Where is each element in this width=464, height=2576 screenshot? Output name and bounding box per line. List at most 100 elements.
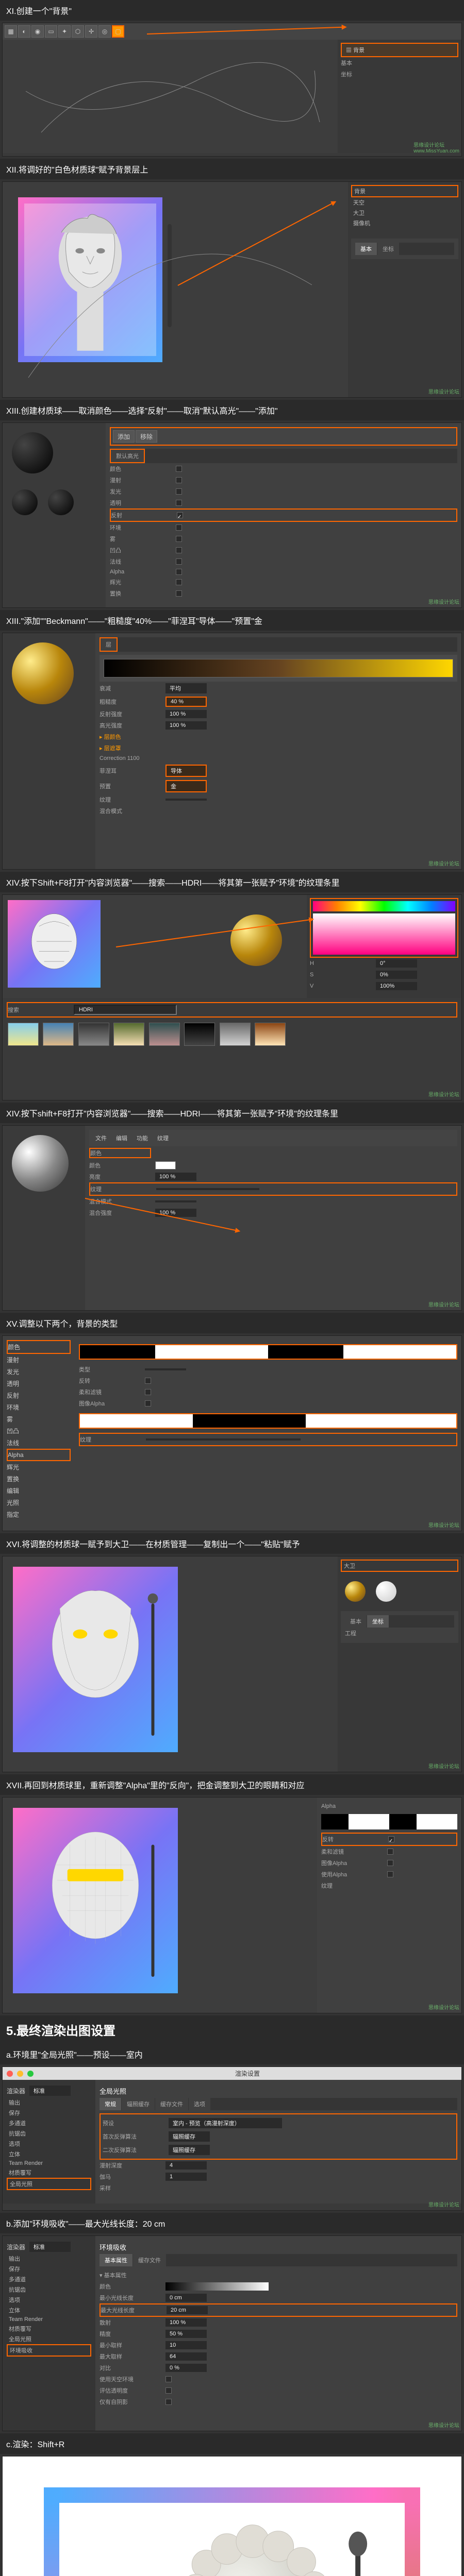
mat-thumb-1[interactable] — [12, 489, 38, 515]
hdri-thumb-7[interactable] — [220, 1023, 251, 1046]
sat-val-picker[interactable] — [313, 913, 455, 955]
soft-checkbox[interactable] — [145, 1389, 151, 1395]
minray-input[interactable]: 0 cm — [165, 2294, 207, 2302]
tool-8[interactable]: ◎ — [98, 25, 111, 38]
tool-5[interactable]: ✦ — [58, 25, 71, 38]
hue-slider[interactable] — [313, 901, 455, 911]
fresnel-dropdown[interactable]: 导体 — [165, 765, 207, 777]
spec-strength-input[interactable]: 100 % — [165, 721, 207, 730]
ao-tree-item[interactable]: 环境吸收 — [7, 2344, 91, 2357]
tab-layer1[interactable]: 层 — [100, 637, 118, 652]
tool-4[interactable]: ▭ — [45, 25, 57, 38]
diffuse-depth-input[interactable]: 4 — [165, 2161, 207, 2170]
gold-eye-left — [73, 1630, 88, 1639]
minsample-input[interactable]: 10 — [165, 2341, 207, 2349]
brightness-input[interactable]: 100 % — [155, 1173, 196, 1181]
gi-primary-dropdown[interactable]: 辐照缓存 — [169, 2131, 210, 2142]
alpha-texture-slot[interactable] — [146, 1438, 301, 1440]
accuracy-input[interactable]: 50 % — [165, 2330, 207, 2338]
tree-background[interactable]: 背景 — [351, 185, 458, 197]
background-tool[interactable]: ▢ — [112, 25, 124, 38]
remove-button[interactable]: 移除 — [136, 430, 157, 443]
tool-2[interactable]: ◐ — [18, 25, 30, 38]
fog-checkbox[interactable] — [176, 536, 182, 542]
gi-secondary-dropdown[interactable]: 辐照缓存 — [169, 2145, 210, 2155]
hdri-thumb-6[interactable] — [184, 1023, 215, 1046]
close-traffic-light[interactable] — [7, 2071, 13, 2077]
attenuation-dropdown[interactable]: 平均 — [165, 683, 207, 693]
mixmode-dropdown[interactable] — [155, 1200, 196, 1202]
sky-env-checkbox[interactable] — [165, 2376, 172, 2382]
add-button[interactable]: 添加 — [113, 430, 135, 443]
step-xi-panel: ▦ ◐ ◉ ▭ ✦ ⬡ ✢ ◎ ▢ ▦ 背景 基本 坐标 思缘设计论坛www.M… — [2, 23, 462, 157]
eval-trans-checkbox[interactable] — [165, 2387, 172, 2394]
alpha-gradient-1[interactable] — [79, 1344, 457, 1360]
min-traffic-light[interactable] — [17, 2071, 23, 2077]
maxray-input[interactable]: 20 cm — [167, 2306, 208, 2314]
material-preview-black[interactable] — [12, 432, 53, 473]
main-viewport[interactable] — [3, 40, 338, 153]
self-shadow-checkbox[interactable] — [165, 2399, 172, 2405]
invert-checkbox[interactable] — [145, 1378, 151, 1384]
invert-checkbox-xvii[interactable] — [388, 1836, 394, 1842]
dispersion-input[interactable]: 100 % — [165, 2318, 207, 2327]
hdri-thumb-8[interactable] — [255, 1023, 286, 1046]
hdri-thumb-5[interactable] — [149, 1023, 180, 1046]
roughness-input[interactable]: 40 % — [165, 697, 207, 707]
viewport-xii[interactable] — [3, 182, 348, 397]
search-input[interactable] — [74, 1005, 177, 1015]
color-swatch[interactable] — [155, 1161, 176, 1170]
hdri-thumb-4[interactable] — [113, 1023, 144, 1046]
lum-checkbox[interactable] — [176, 488, 182, 495]
mixstrength-input[interactable]: 100 % — [155, 1209, 196, 1217]
alpha-checkbox[interactable] — [176, 569, 182, 575]
viewport-xiv[interactable] — [3, 895, 307, 998]
viewport-xvi[interactable] — [3, 1556, 338, 1772]
diffuse-checkbox[interactable] — [176, 477, 182, 483]
tab-basic[interactable]: 基本 — [355, 243, 377, 255]
texture-slot[interactable] — [165, 799, 207, 801]
env-checkbox[interactable] — [176, 524, 182, 531]
floor-menu-item[interactable]: ▦ 背景 — [341, 43, 458, 57]
ao-color-gradient[interactable] — [165, 2282, 269, 2291]
gi-preset-dropdown[interactable]: 室内 - 预览（高漫射深度） — [169, 2118, 282, 2128]
material-preview-gold[interactable] — [12, 642, 74, 704]
tool-3[interactable]: ◉ — [31, 25, 44, 38]
tab-coord[interactable]: 坐标 — [377, 243, 399, 255]
gi-tree-item[interactable]: 全局光照 — [7, 2178, 91, 2190]
trans-checkbox[interactable] — [176, 500, 182, 506]
normal-checkbox[interactable] — [176, 558, 182, 565]
gamma-input[interactable]: 1 — [165, 2173, 207, 2181]
disp-checkbox[interactable] — [176, 590, 182, 597]
tree-camera[interactable]: 摄像机 — [351, 218, 458, 228]
tree-david-xvi[interactable]: 大卫 — [341, 1560, 458, 1572]
tool-7[interactable]: ✢ — [85, 25, 97, 38]
mat-slot-1[interactable] — [345, 1581, 366, 1602]
texture-path[interactable] — [156, 1188, 259, 1190]
maxsample-input[interactable]: 64 — [165, 2352, 207, 2361]
reflect-checkbox[interactable] — [177, 512, 183, 518]
refl-strength-input[interactable]: 100 % — [165, 710, 207, 718]
hdri-thumb-3[interactable] — [78, 1023, 109, 1046]
viewport-xvii[interactable] — [3, 1798, 317, 2013]
tool-1[interactable]: ▦ — [5, 25, 17, 38]
alpha-gradient-2[interactable] — [79, 1413, 457, 1429]
contrast-input[interactable]: 0 % — [165, 2364, 207, 2372]
tree-david[interactable]: 大卫 — [351, 208, 458, 218]
color-checkbox[interactable] — [176, 466, 182, 472]
chrome-preview[interactable] — [12, 1135, 69, 1192]
tool-6[interactable]: ⬡ — [72, 25, 84, 38]
type-dropdown[interactable] — [145, 1368, 186, 1370]
tree-sky[interactable]: 天空 — [351, 197, 458, 208]
step-5b-title: b.添加"环境吸收"——最大光线长度：20 cm — [0, 2213, 464, 2233]
glow-checkbox[interactable] — [176, 579, 182, 585]
max-traffic-light[interactable] — [27, 2071, 34, 2077]
imgalpha-checkbox[interactable] — [145, 1400, 151, 1406]
tab-default-highlight[interactable]: 默认高光 — [110, 449, 145, 463]
preset-dropdown[interactable]: 金 — [165, 780, 207, 792]
mat-thumb-2[interactable] — [48, 489, 74, 515]
hdri-thumb-1[interactable] — [8, 1023, 39, 1046]
bump-checkbox[interactable] — [176, 547, 182, 553]
mat-slot-2[interactable] — [376, 1581, 396, 1602]
hdri-thumb-2[interactable] — [43, 1023, 74, 1046]
